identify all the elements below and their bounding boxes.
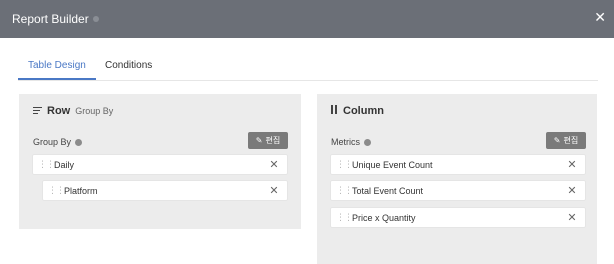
metric-item-label: Unique Event Count	[352, 159, 433, 170]
column-panel-header: Column	[331, 105, 384, 117]
drag-handle-icon[interactable]: ⋮⋮	[336, 185, 353, 196]
info-icon[interactable]	[364, 138, 371, 146]
close-icon[interactable]: ✕	[594, 9, 606, 25]
info-icon[interactable]	[75, 138, 83, 146]
drag-handle-icon[interactable]: ⋮⋮	[336, 159, 353, 170]
metric-item-unique-event-count[interactable]: ⋮⋮ Unique Event Count ✕	[330, 154, 586, 175]
title-status-dot-icon	[93, 16, 99, 22]
column-edit-button-label: 편집	[563, 136, 579, 145]
drag-handle-icon[interactable]: ⋮⋮	[48, 185, 65, 196]
row-panel-subtitle: Group By	[75, 106, 114, 116]
close-icon[interactable]: ✕	[564, 211, 580, 224]
column-panel: Column Metrics ✎ 편집 ⋮⋮ Unique Event Coun…	[317, 94, 597, 264]
tab-table-design[interactable]: Table Design	[28, 60, 86, 71]
report-builder-dialog: Report Builder ✕ Table Design Conditions…	[0, 0, 614, 264]
metric-item-total-event-count[interactable]: ⋮⋮ Total Event Count ✕	[330, 180, 586, 201]
row-panel: Row Group By Group By ✎ 편집 ⋮⋮ Daily ✕ ⋮⋮…	[19, 94, 301, 229]
metric-item-label: Total Event Count	[352, 185, 424, 196]
metric-item-label: Price x Quantity	[352, 212, 416, 223]
row-panel-header: Row Group By	[33, 105, 113, 117]
metric-item-price-x-quantity[interactable]: ⋮⋮ Price x Quantity ✕	[330, 207, 586, 228]
pencil-icon: ✎	[553, 136, 561, 145]
close-icon[interactable]: ✕	[266, 158, 282, 171]
row-edit-button[interactable]: ✎ 편집	[248, 132, 288, 149]
metrics-label: Metrics	[331, 137, 371, 147]
dialog-header: Report Builder ✕	[0, 0, 614, 38]
tab-conditions[interactable]: Conditions	[105, 60, 152, 71]
dialog-title: Report Builder	[12, 12, 89, 26]
group-by-item-label: Daily	[54, 159, 75, 170]
pencil-icon: ✎	[255, 136, 263, 145]
column-edit-button[interactable]: ✎ 편집	[546, 132, 586, 149]
group-by-label: Group By	[33, 137, 83, 147]
drag-handle-icon[interactable]: ⋮⋮	[38, 159, 55, 170]
close-icon[interactable]: ✕	[564, 158, 580, 171]
group-by-item-platform[interactable]: ⋮⋮ Platform ✕	[42, 180, 288, 201]
column-panel-title: Column	[343, 105, 384, 117]
active-tab-indicator	[18, 78, 96, 80]
group-by-label-text: Group By	[33, 137, 72, 147]
columns-icon	[331, 105, 338, 114]
lines-icon	[33, 106, 42, 114]
close-icon[interactable]: ✕	[266, 184, 282, 197]
tab-bar: Table Design Conditions	[18, 56, 598, 81]
group-by-item-label: Platform	[64, 185, 98, 196]
row-panel-title: Row	[47, 105, 71, 117]
group-by-item-daily[interactable]: ⋮⋮ Daily ✕	[32, 154, 288, 175]
close-icon[interactable]: ✕	[564, 184, 580, 197]
metrics-label-text: Metrics	[331, 137, 360, 147]
drag-handle-icon[interactable]: ⋮⋮	[336, 212, 353, 223]
row-edit-button-label: 편집	[265, 136, 281, 145]
